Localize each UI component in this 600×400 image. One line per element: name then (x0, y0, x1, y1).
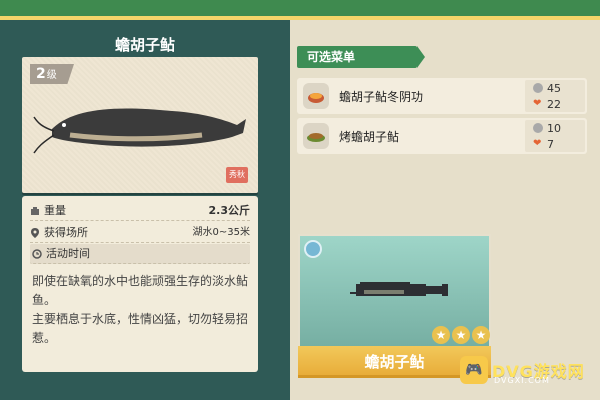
fish-ink-drawing (33, 108, 246, 154)
coin-icon (533, 123, 543, 133)
fish-title: 蟾胡子鲇 (114, 36, 175, 54)
weight-row: 重量 2.3公斤 (30, 201, 250, 221)
clock-icon (32, 248, 42, 259)
star-icon: ★ (432, 326, 450, 344)
heart-stat: ❤ 7 (525, 136, 585, 152)
weight-icon (31, 206, 39, 215)
dish-item[interactable]: 蟾胡子鲇冬阴功 45 ❤ 22 (297, 78, 587, 114)
fish-illustration-card: 2级 秀秋 (22, 57, 258, 193)
watermark: 🎮 DVG游戏网 DVGXI.COM (460, 350, 600, 390)
coin-icon (533, 83, 543, 93)
weight-label: 重量 (44, 203, 66, 217)
artist-seal: 秀秋 (226, 167, 248, 183)
weight-value: 2.3公斤 (208, 204, 251, 217)
location-label-wrap: 获得场所 (30, 223, 88, 242)
heart-stat: ❤ 22 (525, 96, 585, 112)
dish-name: 烤蟾胡子鲇 (339, 129, 400, 144)
activity-label: 活动时间 (46, 246, 90, 260)
dish-name: 蟾胡子鲇冬阴功 (339, 89, 424, 104)
location-pin-icon (31, 227, 39, 238)
coin-value: 10 (547, 121, 561, 135)
weight-label-wrap: 重量 (30, 201, 66, 220)
rating-stars: ★ ★ ★ (432, 326, 490, 344)
location-row: 获得场所 湖水0~35米 (30, 223, 250, 243)
game-screen: 蟾胡子鲇 2级 秀秋 重量 2.3公斤 获得场所 湖水0~35米 活动时间 即使… (0, 0, 600, 400)
dish-thumbnail (303, 123, 329, 149)
soup-bowl-icon (308, 93, 324, 103)
fish-description: 即使在缺氧的水中也能顽强生存的淡水鲇鱼。 主要栖息于水底，性情凶猛，切勿轻易招惹… (32, 274, 249, 345)
heart-value: 22 (547, 97, 561, 111)
activity-label-wrap: 活动时间 (32, 244, 90, 263)
activity-time-row[interactable]: 活动时间 (30, 244, 250, 264)
gamepad-logo-icon: 🎮 (460, 356, 488, 384)
fish-detail-panel: 蟾胡子鲇 2级 秀秋 重量 2.3公斤 获得场所 湖水0~35米 活动时间 即使… (0, 20, 290, 400)
star-icon: ★ (452, 326, 470, 344)
top-banner (0, 0, 600, 20)
dish-item[interactable]: 烤蟾胡子鲇 10 ❤ 7 (297, 118, 587, 154)
grilled-fish-icon (307, 133, 325, 142)
menu-header: 可选菜单 (297, 46, 425, 68)
watermark-sub: DVGXI.COM (494, 376, 550, 385)
location-value: 湖水0~35米 (192, 227, 250, 238)
dish-stats: 10 ❤ 7 (525, 120, 585, 152)
heart-value: 7 (547, 137, 554, 151)
sun-icon (304, 240, 322, 258)
location-label: 获得场所 (44, 225, 88, 239)
heart-icon: ❤ (533, 138, 542, 149)
recipe-menu: 可选菜单 蟾胡子鲇冬阴功 45 ❤ 22 烤蟾胡子鲇 10 ❤ 7 (297, 36, 587, 224)
dish-stats: 45 ❤ 22 (525, 80, 585, 112)
coin-stat: 10 (525, 120, 585, 136)
dish-thumbnail (303, 83, 329, 109)
coin-value: 45 (547, 81, 561, 95)
heart-icon: ❤ (533, 98, 542, 109)
fish-info-card: 重量 2.3公斤 获得场所 湖水0~35米 活动时间 即使在缺氧的水中也能顽强生… (22, 196, 258, 372)
pixel-fish-icon (350, 282, 448, 296)
star-icon: ★ (472, 326, 490, 344)
coin-stat: 45 (525, 80, 585, 96)
